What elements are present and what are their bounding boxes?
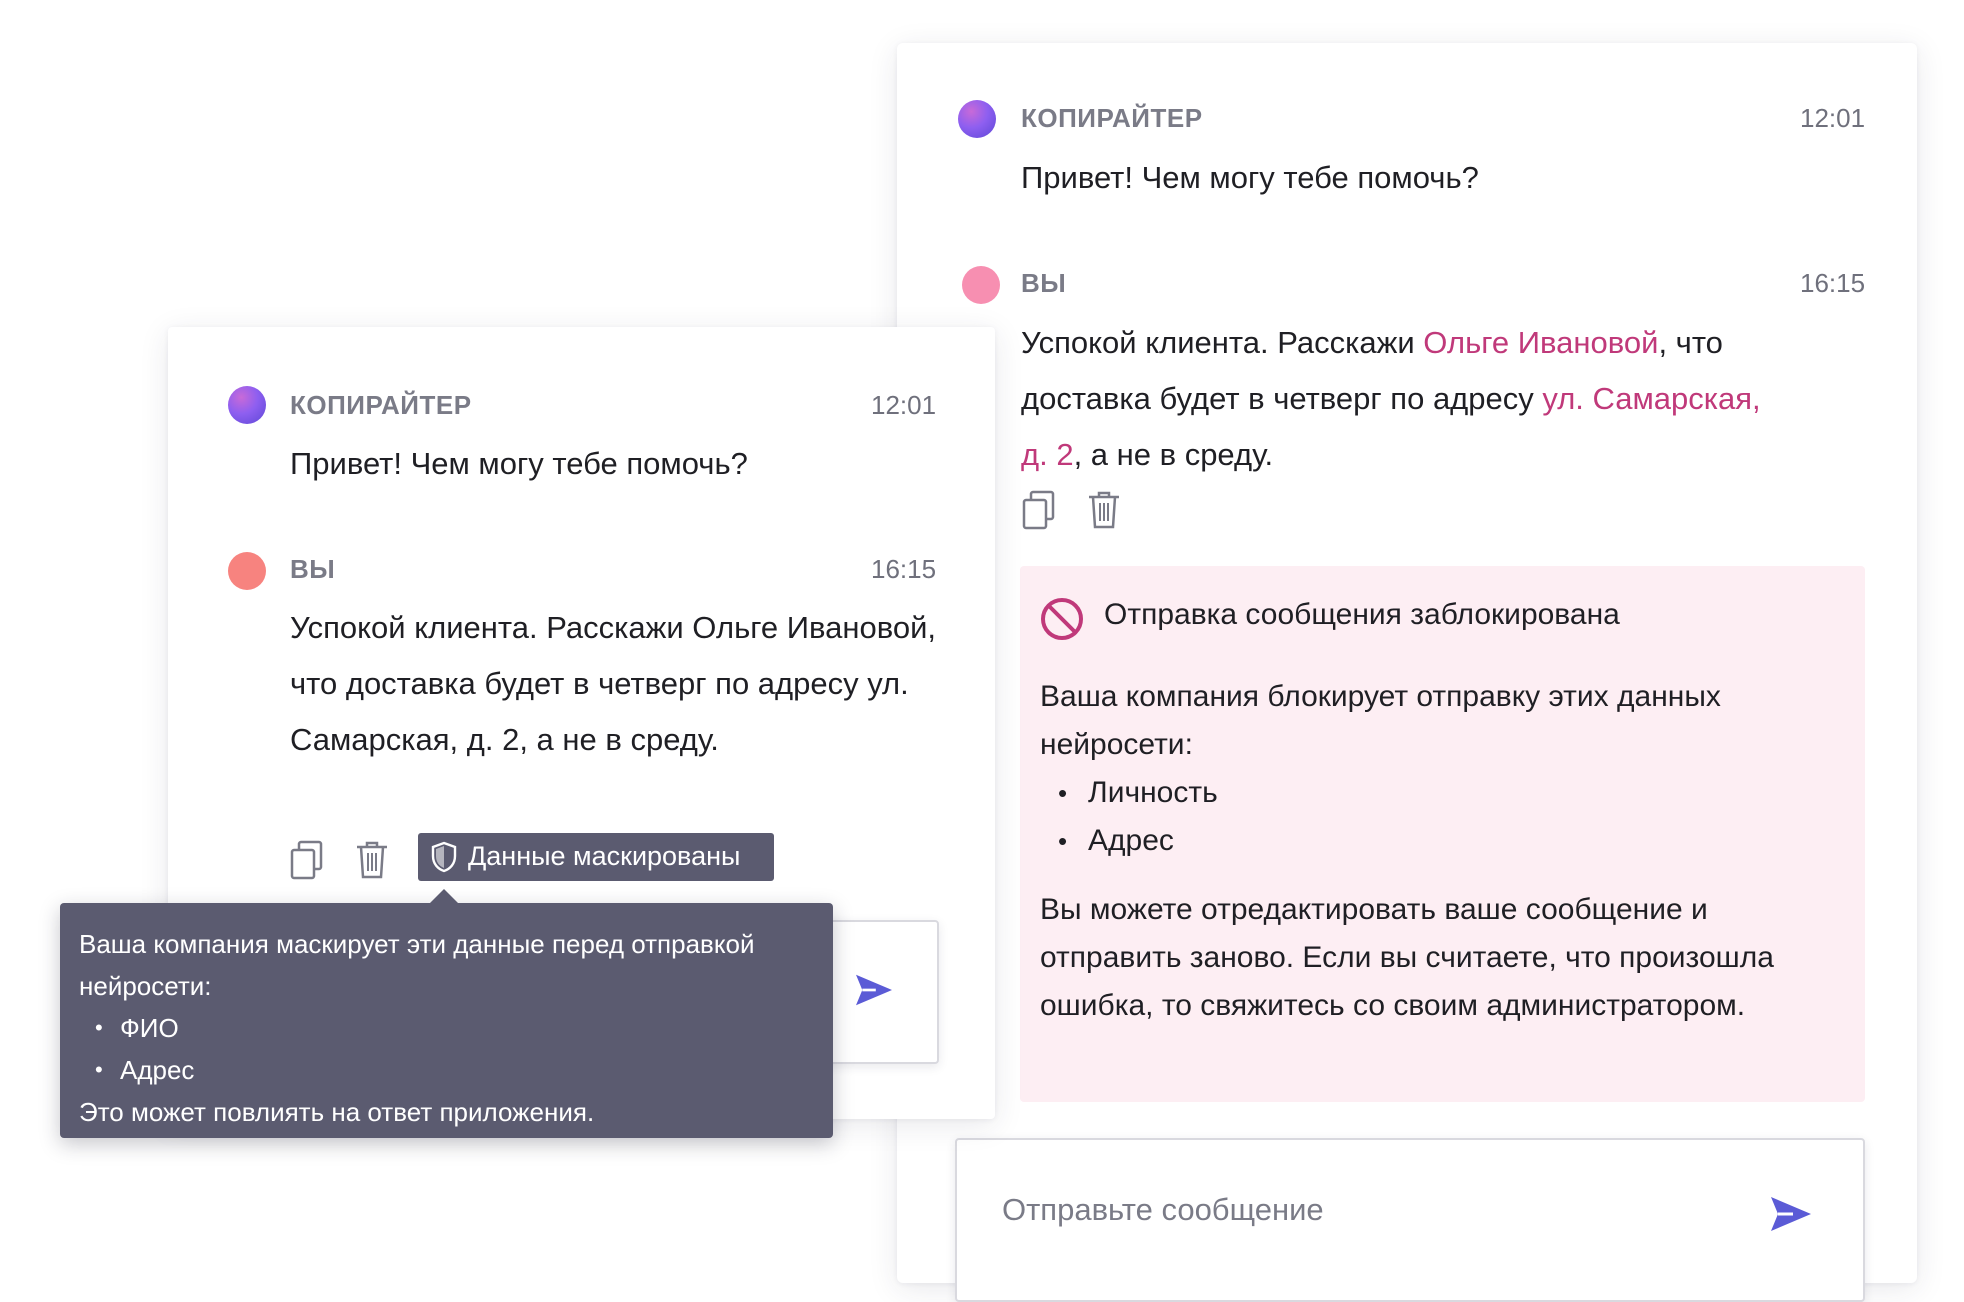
copy-icon[interactable]	[1022, 490, 1056, 530]
list-item: Адрес	[79, 1049, 194, 1091]
blocked-list: Личность Адрес	[1040, 769, 1218, 865]
send-icon[interactable]	[1769, 1194, 1813, 1234]
pii-address: ул. Самарская,	[1542, 381, 1761, 416]
masked-data-badge[interactable]: Данные маскированы	[418, 833, 774, 881]
shield-icon	[431, 841, 457, 873]
message-text: Привет! Чем могу тебе помочь?	[1021, 160, 1479, 195]
message-time: 16:15	[871, 554, 937, 584]
blocked-title: Отправка сообщения заблокирована	[1104, 598, 1620, 631]
blocked-intro: Ваша компания блокирует отправку этих да…	[1040, 680, 1721, 761]
masked-data-tooltip: Ваша компания маскирует эти данные перед…	[60, 889, 833, 1138]
message-time: 12:01	[1800, 103, 1866, 133]
message-text: Привет! Чем могу тебе помочь?	[290, 446, 748, 481]
trash-icon[interactable]	[1087, 490, 1121, 530]
message-time: 16:15	[1800, 268, 1866, 298]
message-author: ВЫ	[1021, 268, 1067, 298]
send-icon[interactable]	[854, 972, 894, 1008]
list-item: ФИО	[79, 1007, 194, 1049]
message-time: 12:01	[871, 390, 937, 420]
user-avatar	[962, 266, 1000, 304]
message-author: ВЫ	[290, 554, 336, 584]
list-item: Личность	[1040, 769, 1218, 817]
copy-icon[interactable]	[290, 840, 324, 880]
pii-address: д. 2	[1021, 437, 1074, 472]
tooltip-intro: Ваша компания маскирует эти данные перед…	[79, 929, 755, 1001]
tooltip-list: ФИО Адрес	[79, 1007, 194, 1091]
user-avatar	[228, 552, 266, 590]
tooltip-footer: Это может повлиять на ответ приложения.	[79, 1097, 595, 1127]
message-text: Успокой клиента. Расскажи Ольге Ивановой…	[1021, 325, 1761, 472]
blocked-footer: Вы можете отредактировать ваше сообщение…	[1040, 893, 1774, 1022]
bot-avatar	[228, 386, 266, 424]
message-author: КОПИРАЙТЕР	[1021, 103, 1203, 133]
block-icon	[1041, 598, 1083, 640]
pii-name: Ольге Ивановой	[1423, 325, 1659, 360]
badge-label: Данные маскированы	[468, 841, 741, 871]
input-placeholder: Отправьте сообщение	[1002, 1192, 1324, 1227]
message-author: КОПИРАЙТЕР	[290, 390, 472, 420]
blocked-notice: Отправка сообщения заблокирована Ваша ко…	[1020, 566, 1865, 1102]
message-input[interactable]: Отправьте сообщение	[955, 1138, 1865, 1302]
message-text: Успокой клиента. Расскажи Ольге Ивановой…	[290, 610, 937, 757]
trash-icon[interactable]	[355, 840, 389, 880]
list-item: Адрес	[1040, 817, 1218, 865]
bot-avatar	[958, 100, 996, 138]
